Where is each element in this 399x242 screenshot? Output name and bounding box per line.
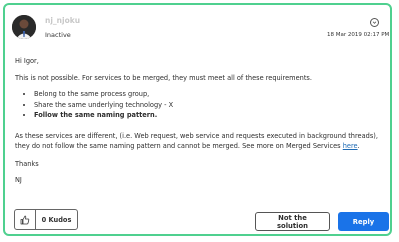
post-signature: NJ	[15, 176, 22, 184]
merged-services-link[interactable]: here	[343, 142, 358, 150]
kudos-control: 0 Kudos	[14, 209, 78, 230]
kudos-count[interactable]: 0 Kudos	[36, 216, 77, 224]
explanation-text: As these services are different, (i.e. W…	[15, 132, 378, 150]
post-thanks: Thanks	[15, 160, 39, 168]
thumbs-up-icon[interactable]	[15, 210, 36, 229]
not-the-solution-button[interactable]: Not the solution	[255, 212, 330, 231]
author-status: Inactive	[45, 31, 71, 39]
post-greeting: Hi Igor,	[15, 57, 39, 65]
more-options-icon[interactable]	[370, 18, 379, 27]
requirements-list: Belong to the same process group, Share …	[15, 89, 173, 121]
user-avatar-icon	[12, 15, 36, 39]
requirement-item: Share the same underlying technology - X	[34, 100, 173, 111]
requirement-item: Follow the same naming pattern.	[34, 110, 173, 121]
author-username[interactable]: nj_njoku	[45, 16, 80, 25]
explanation-end: .	[357, 142, 360, 150]
post-explanation: As these services are different, (i.e. W…	[15, 131, 385, 151]
user-avatar[interactable]	[12, 15, 36, 39]
reply-button[interactable]: Reply	[338, 212, 389, 231]
post-timestamp: 18 Mar 2019 02:17 PM	[327, 32, 390, 38]
post-intro: This is not possible. For services to be…	[15, 74, 312, 82]
message-card: nj_njoku Inactive 18 Mar 2019 02:17 PM H…	[3, 3, 392, 236]
requirement-item: Belong to the same process group,	[34, 89, 173, 100]
